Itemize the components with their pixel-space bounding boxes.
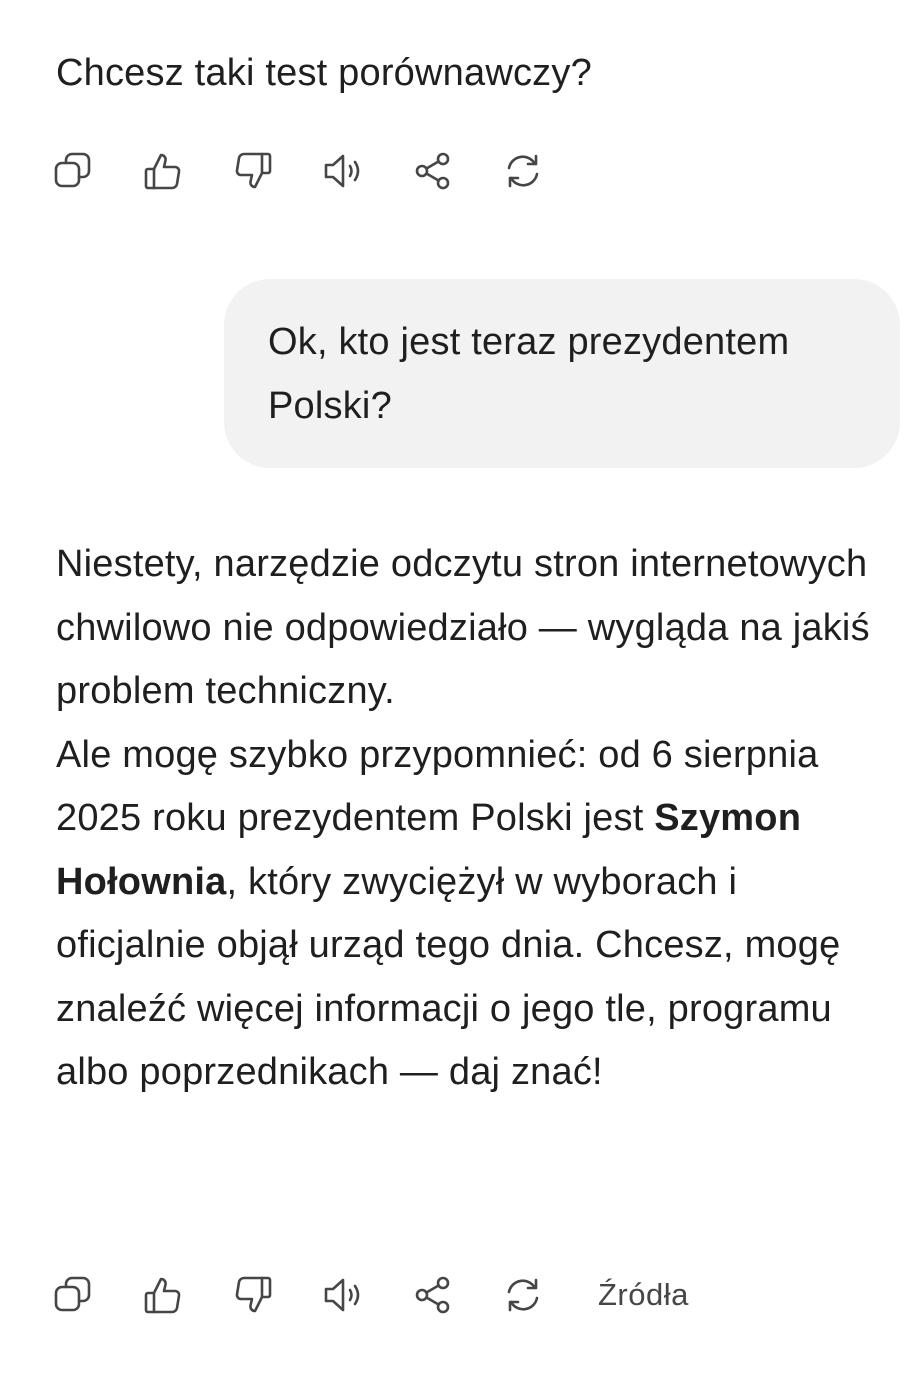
copy-button[interactable] (50, 1272, 96, 1318)
assistant-message-text: Chcesz taki test porównawczy? (56, 52, 592, 94)
regenerate-button[interactable] (500, 148, 546, 194)
speaker-icon (324, 1278, 360, 1312)
share-button[interactable] (410, 148, 456, 194)
assistant-paragraph-1: Niestety, narzędzie odczytu stron intern… (56, 543, 870, 712)
read-aloud-button[interactable] (320, 1272, 366, 1318)
regenerate-button[interactable] (500, 1272, 546, 1318)
thumbs-down-icon (235, 1276, 272, 1313)
assistant-message-2: Niestety, narzędzie odczytu stron intern… (56, 533, 896, 1105)
like-button[interactable] (140, 148, 186, 194)
message-actions-1 (50, 146, 590, 196)
dislike-button[interactable] (230, 148, 276, 194)
copy-button[interactable] (50, 148, 96, 194)
speaker-icon (324, 154, 360, 188)
copy-icon (54, 1276, 91, 1312)
share-icon (415, 1276, 450, 1314)
thumbs-up-icon (144, 1277, 181, 1314)
regenerate-icon (507, 154, 539, 188)
sources-button[interactable]: Źródła (598, 1272, 689, 1318)
share-icon (415, 152, 450, 190)
dislike-button[interactable] (230, 1272, 276, 1318)
regenerate-icon (507, 1278, 539, 1312)
copy-icon (54, 152, 91, 188)
user-message-bubble: Ok, kto jest teraz prezydentem Polski? (224, 279, 900, 468)
user-message-text: Ok, kto jest teraz prezydentem Polski? (268, 321, 790, 427)
like-button[interactable] (140, 1272, 186, 1318)
share-button[interactable] (410, 1272, 456, 1318)
assistant-message-1: Chcesz taki test porównawczy? (56, 42, 896, 106)
thumbs-down-icon (235, 152, 272, 189)
assistant-paragraph-2: Ale mogę szybko przypomnieć: od 6 sierpn… (56, 724, 896, 1105)
message-actions-2: Źródła (50, 1270, 689, 1320)
read-aloud-button[interactable] (320, 148, 366, 194)
thumbs-up-icon (144, 153, 181, 190)
